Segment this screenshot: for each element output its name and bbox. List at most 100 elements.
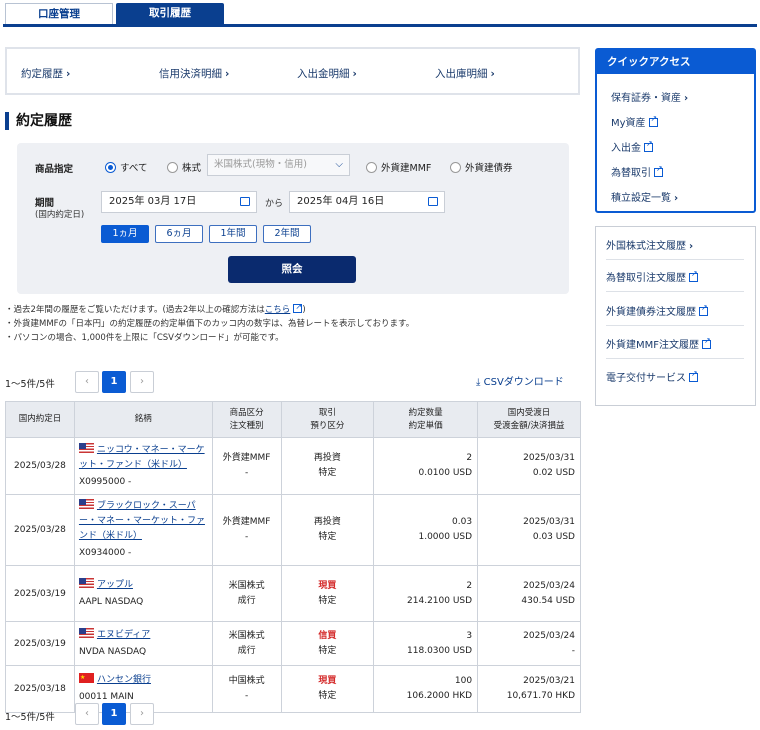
- quick-access-link[interactable]: My資産: [611, 114, 658, 129]
- quick-access-panel: クイックアクセス 保有証券・資産› My資産入出金為替取引積立設定一覧›: [595, 48, 756, 213]
- trade-type: 再投資: [313, 453, 341, 463]
- sub-navigation: 約定履歴 › 信用決済明細 › 入出金明細 › 入出庫明細 ›: [5, 47, 580, 95]
- period-6month-button[interactable]: 6ヵ月: [155, 225, 203, 243]
- quick-access-link[interactable]: 入出金: [611, 139, 653, 154]
- radio-all[interactable]: すべて: [105, 160, 147, 174]
- stock-type-select[interactable]: 米国株式(現物・信用) ⌵: [207, 154, 350, 176]
- note-1: ・過去2年間の履歴をご覧いただけます。(過去2年以上の確認方法はこちら): [5, 300, 414, 317]
- side-link[interactable]: 外貨建債券注文履歴: [606, 303, 744, 326]
- history-help-link[interactable]: こちら: [265, 305, 291, 315]
- subnav-execution-history[interactable]: 約定履歴 ›: [21, 66, 70, 81]
- security-cell: エヌビディア NVDA NASDAQ: [73, 621, 213, 666]
- period-1year-button[interactable]: 1年間: [209, 225, 257, 243]
- side-link[interactable]: 外国株式注文履歴 ›: [606, 237, 744, 260]
- column-header: 国内約定日: [5, 401, 75, 438]
- radio-mmf[interactable]: 外貨建MMF: [366, 160, 431, 174]
- security-name-link[interactable]: ハンセン銀行: [97, 675, 151, 685]
- product-category: 外貨建MMF: [222, 517, 271, 527]
- security-name-link[interactable]: ブラックロック・スーパー・マネー・マーケット・ファンド（米ドル）: [79, 501, 205, 541]
- security-name-link[interactable]: エヌビディア: [97, 630, 150, 640]
- settlement-cell: 2025/03/31 0.03 USD: [477, 494, 581, 566]
- external-link-icon: [654, 164, 663, 177]
- trade-type: 信買: [318, 630, 337, 641]
- order-type: 成行: [237, 595, 256, 606]
- unit-price: 106.2000 HKD: [406, 691, 473, 701]
- chevron-right-icon: ›: [674, 193, 679, 204]
- order-type: 成行: [237, 645, 256, 656]
- column-header: 国内受渡日 受渡金額/決済損益: [477, 401, 581, 438]
- calendar-icon: [428, 197, 438, 206]
- security-cell: アップル AAPL NASDAQ: [73, 565, 213, 622]
- subnav-transfer-in-out[interactable]: 入出庫明細 ›: [435, 66, 495, 81]
- period-1month-button[interactable]: 1ヵ月: [101, 225, 149, 243]
- date-from-input[interactable]: 2025年 03月 17日: [101, 191, 257, 213]
- chevron-right-icon: ›: [490, 68, 495, 80]
- table-body: 2025/03/28 ニッコウ・マネー・マーケット・ファンド（米ドル） X09950…: [5, 437, 581, 713]
- account-type: 特定: [318, 468, 337, 478]
- table-row: 2025/03/19 エヌビディア NVDA NASDAQ 米国株式 成行 信買 特定 3 11…: [5, 621, 581, 666]
- trade-cell: 信買 特定: [280, 621, 375, 666]
- radio-stock[interactable]: 株式: [167, 160, 201, 174]
- subnav-margin-settlement[interactable]: 信用決済明細 ›: [159, 66, 229, 81]
- external-link-icon: [689, 369, 698, 382]
- account-type: 特定: [318, 691, 337, 701]
- security-code: AAPL NASDAQ: [78, 596, 144, 607]
- note-2: ・外貨建MMFの「日本円」の約定履歴の約定単価下のカッコ内の数字は、為替レートを…: [5, 319, 415, 329]
- external-link-icon: [644, 139, 653, 152]
- settlement-date: 2025/03/24: [523, 630, 575, 641]
- category-cell: 米国株式 成行: [211, 621, 282, 666]
- next-page-button[interactable]: ›: [130, 371, 154, 393]
- column-header: 銘柄: [73, 401, 213, 438]
- column-header-label: 預り区分: [310, 420, 345, 431]
- us-flag-icon: [78, 499, 94, 509]
- page-title: 約定履歴: [5, 112, 72, 130]
- security-name-link[interactable]: アップル: [97, 580, 133, 590]
- quantity-cell: 2 0.0100 USD: [373, 437, 479, 495]
- tab-trade-history[interactable]: 取引履歴: [116, 3, 224, 24]
- order-type: -: [244, 468, 249, 478]
- quick-access-link[interactable]: 為替取引: [611, 164, 663, 179]
- chevron-right-icon: ›: [225, 68, 230, 80]
- chevron-right-icon: ›: [66, 68, 71, 80]
- external-link-icon: [702, 336, 712, 349]
- quantity-cell: 100 106.2000 HKD: [373, 665, 479, 713]
- prev-page-button[interactable]: ‹: [75, 703, 99, 725]
- trade-cell: 現買 特定: [280, 665, 375, 713]
- tab-account[interactable]: 口座管理: [5, 3, 113, 24]
- security-cell: ブラックロック・スーパー・マネー・マーケット・ファンド（米ドル） X0934000…: [73, 494, 213, 566]
- external-link-icon: [648, 114, 658, 127]
- security-code: X0934000 -: [78, 548, 132, 558]
- account-type: 特定: [318, 645, 337, 656]
- quick-access-link[interactable]: 積立設定一覧 ›: [611, 189, 678, 204]
- column-header-label: 国内受渡日: [507, 407, 551, 418]
- note-3: ・パソコンの場合、1,000件を上限に「CSVダウンロード」が可能です。: [5, 333, 284, 343]
- page-1-button[interactable]: 1: [102, 703, 126, 725]
- side-links-panel: 外国株式注文履歴› 為替取引注文履歴外貨建債券注文履歴外貨建MMF注文履歴電子交付…: [595, 226, 756, 406]
- settlement-cell: 2025/03/24 -: [477, 621, 581, 666]
- date-to-input[interactable]: 2025年 04月 16日: [289, 191, 445, 213]
- side-link[interactable]: 為替取引注文履歴: [606, 269, 744, 292]
- column-header-label: 商品区分: [229, 407, 264, 418]
- chevron-right-icon: ›: [352, 68, 357, 80]
- period-2year-button[interactable]: 2年間: [263, 225, 311, 243]
- next-page-button[interactable]: ›: [130, 703, 154, 725]
- radio-bond[interactable]: 外貨建債券: [450, 160, 513, 174]
- security-name-link[interactable]: ニッコウ・マネー・マーケット・ファンド（米ドル）: [79, 445, 205, 470]
- side-link[interactable]: 外貨建MMF注文履歴: [606, 336, 744, 359]
- us-flag-icon: [78, 442, 94, 453]
- table-row: 2025/03/19 アップル AAPL NASDAQ 米国株式 成行 現買 特定 2 214.…: [5, 565, 581, 622]
- quick-access-link[interactable]: 保有証券・資産 ›: [611, 89, 688, 104]
- quantity-cell: 2 214.2100 USD: [373, 565, 479, 622]
- chevron-right-icon: ›: [689, 241, 694, 252]
- page-1-button[interactable]: 1: [102, 371, 126, 393]
- search-button[interactable]: 照会: [228, 256, 356, 283]
- category-cell: 中国株式 -: [211, 665, 282, 713]
- column-header-label: 注文種別: [229, 420, 264, 431]
- subnav-deposit-withdrawal[interactable]: 入出金明細 ›: [297, 66, 357, 81]
- csv-download-link[interactable]: ⤓ CSVダウンロード: [476, 373, 564, 388]
- product-category: 外貨建MMF: [222, 453, 271, 463]
- prev-page-button[interactable]: ‹: [75, 371, 99, 393]
- side-link[interactable]: 電子交付サービス: [606, 369, 744, 391]
- external-link-icon: [699, 303, 708, 316]
- settlement-amount: 0.03 USD: [532, 532, 575, 542]
